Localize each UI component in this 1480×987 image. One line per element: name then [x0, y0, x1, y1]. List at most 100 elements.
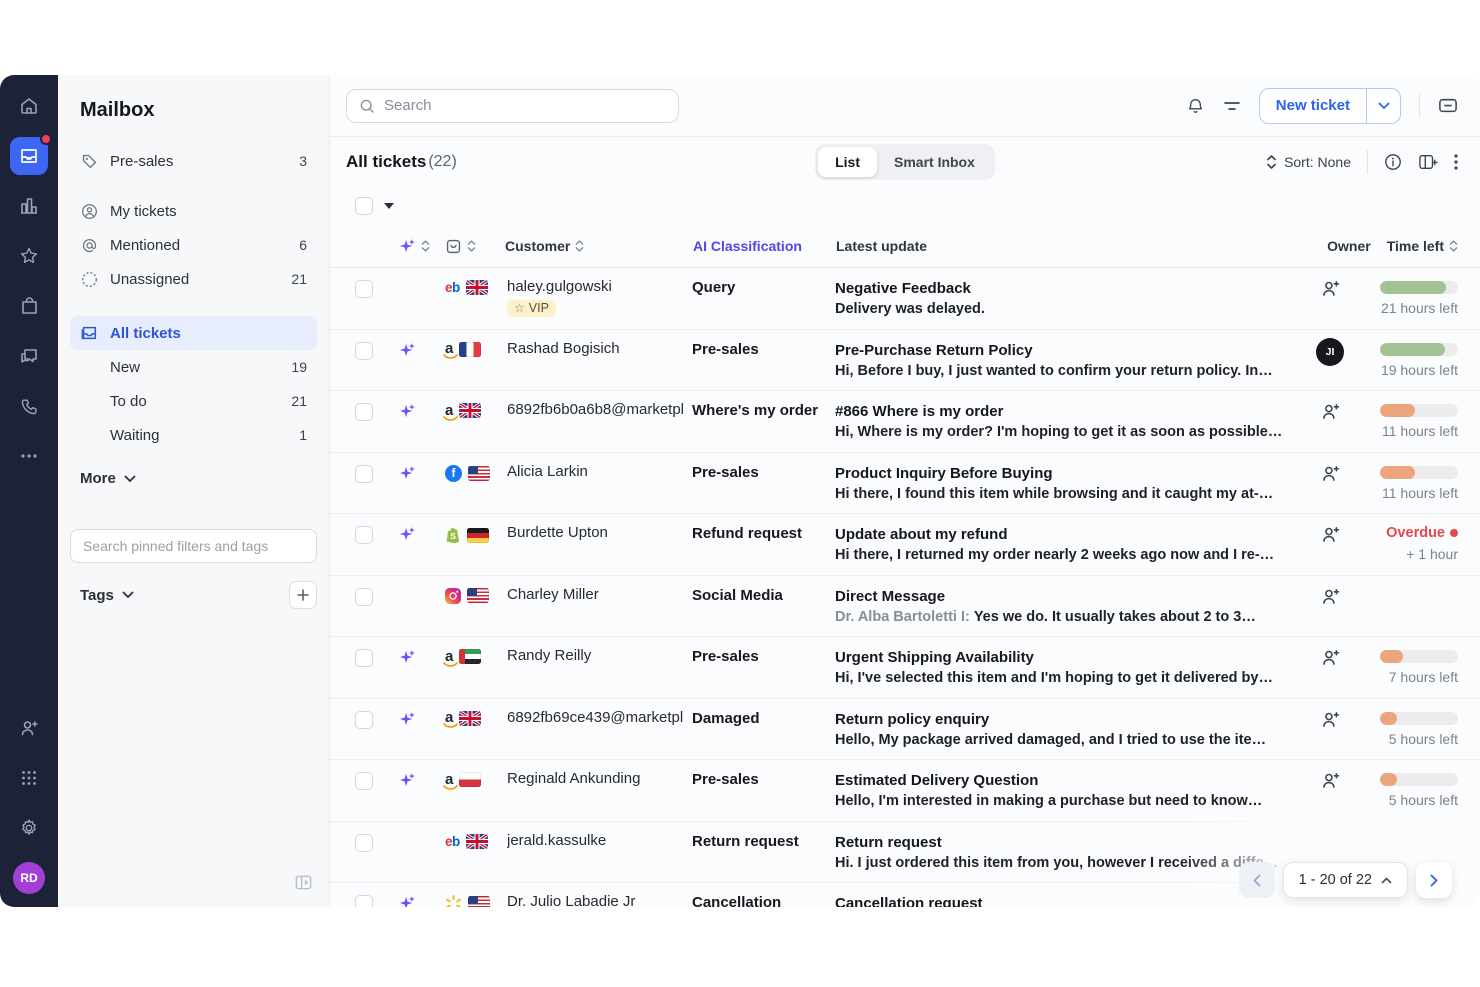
customer-name: Alicia Larkin [507, 463, 692, 480]
collapse-sidebar-icon[interactable] [294, 873, 313, 897]
chats-icon[interactable] [0, 331, 58, 381]
info-icon[interactable] [1384, 153, 1402, 171]
phone-icon[interactable] [0, 381, 58, 431]
columns-icon[interactable] [1418, 153, 1438, 171]
ai-classification-column[interactable]: AI Classification [693, 238, 836, 254]
table-row[interactable]: a 6892fb6b0a6b8@marketpl Where's my orde… [330, 391, 1480, 453]
row-checkbox[interactable] [355, 403, 373, 421]
overdue-amount: + 1 hour [1358, 546, 1458, 562]
app-rail: RD [0, 75, 58, 907]
sidebar-item-unassigned[interactable]: Unassigned 21 [70, 262, 317, 296]
table-row[interactable]: Charley Miller Social Media Direct Messa… [330, 576, 1480, 638]
add-tag-button[interactable] [289, 581, 317, 609]
country-flag-icon [468, 466, 490, 481]
tab-list[interactable]: List [818, 147, 877, 177]
mailbox-nav-active[interactable] [0, 131, 58, 181]
orders-bag-icon[interactable] [0, 281, 58, 331]
assign-owner-icon[interactable] [1302, 770, 1358, 791]
table-row[interactable]: a Randy Reilly Pre-sales Urgent Shipping… [330, 637, 1480, 699]
new-ticket-button[interactable]: New ticket [1259, 88, 1401, 124]
user-avatar[interactable]: RD [0, 853, 58, 903]
assign-owner-icon[interactable] [1302, 401, 1358, 422]
ai-classification: Query [692, 278, 835, 296]
time-left-column[interactable]: Time left [1387, 238, 1458, 254]
bell-icon[interactable] [1186, 96, 1205, 116]
settings-gear-icon[interactable] [0, 803, 58, 853]
table-row[interactable]: a Rashad Bogisich Pre-sales Pre-Purchase… [330, 330, 1480, 392]
row-checkbox[interactable] [355, 526, 373, 544]
sort-control[interactable]: Sort: None [1266, 154, 1351, 170]
owner-cell[interactable]: JI [1302, 340, 1358, 366]
chevron-down-icon[interactable] [122, 591, 134, 599]
sort-carets-icon [575, 239, 584, 253]
sidebar-item-new[interactable]: New 19 [70, 350, 317, 384]
ticket-count: (22) [428, 153, 456, 171]
new-ticket-label[interactable]: New ticket [1260, 89, 1366, 123]
row-checkbox[interactable] [355, 649, 373, 667]
caret-down-icon[interactable] [384, 203, 394, 209]
row-checkbox[interactable] [355, 834, 373, 852]
owner-avatar[interactable]: JI [1316, 338, 1344, 366]
reports-icon[interactable] [0, 181, 58, 231]
assign-owner-icon[interactable] [1302, 524, 1358, 545]
channel-inbox-icon [445, 238, 462, 255]
tab-smart-inbox[interactable]: Smart Inbox [877, 147, 992, 177]
filter-icon[interactable] [1223, 99, 1241, 113]
ai-sparkle-column[interactable] [399, 238, 430, 255]
assign-owner-icon[interactable] [1302, 463, 1358, 484]
assign-owner-icon[interactable] [1302, 278, 1358, 299]
favorites-star-icon[interactable] [0, 231, 58, 281]
customer-name: Rashad Bogisich [507, 340, 692, 357]
chevron-left-icon [1253, 874, 1261, 887]
row-checkbox[interactable] [355, 895, 373, 907]
row-checkbox[interactable] [355, 711, 373, 729]
prev-page-button[interactable] [1239, 862, 1275, 898]
assign-owner-icon[interactable] [1302, 586, 1358, 607]
row-checkbox[interactable] [355, 465, 373, 483]
mailbox-icon[interactable] [10, 137, 48, 175]
row-checkbox[interactable] [355, 588, 373, 606]
home-icon[interactable] [0, 81, 58, 131]
page-range-button[interactable]: 1 - 20 of 22 [1283, 862, 1408, 898]
row-checkbox[interactable] [355, 280, 373, 298]
table-row[interactable]: a 6892fb69ce439@marketpl Damaged Return … [330, 699, 1480, 761]
next-page-button[interactable] [1416, 862, 1452, 898]
view-switcher: List Smart Inbox [815, 144, 995, 180]
row-checkbox[interactable] [355, 772, 373, 790]
more-rail-icon[interactable] [0, 431, 58, 481]
sla-progress-bar [1380, 404, 1458, 417]
table-row[interactable]: S Burdette Upton Refund request Update a… [330, 514, 1480, 576]
pinned-filters-search-input[interactable] [70, 529, 317, 563]
assign-owner-icon[interactable] [1302, 709, 1358, 730]
sidebar-item-my-tickets[interactable]: My tickets [70, 194, 317, 228]
apps-grid-icon[interactable] [0, 753, 58, 803]
sidebar-item-label: To do [110, 393, 147, 410]
table-row[interactable]: eb haley.gulgowski ☆VIP Query Negative F… [330, 268, 1480, 330]
select-all-checkbox[interactable] [355, 197, 373, 215]
ai-classification: Refund request [692, 524, 835, 542]
search-input-wrap[interactable] [346, 89, 679, 123]
sla-progress-bar [1380, 650, 1458, 663]
sidebar-item-pre-sales[interactable]: Pre-sales 3 [70, 144, 317, 178]
messenger-icon[interactable] [1438, 97, 1458, 115]
assign-owner-icon[interactable] [1302, 832, 1358, 853]
table-row[interactable]: a Reginald Ankunding Pre-sales Estimated… [330, 760, 1480, 822]
sidebar-item-waiting[interactable]: Waiting 1 [70, 418, 317, 452]
tickets-main: New ticket All tickets (22) List Smart I… [330, 75, 1480, 907]
search-input[interactable] [384, 97, 666, 114]
assign-owner-icon[interactable] [1302, 647, 1358, 668]
sidebar-more-toggle[interactable]: More [80, 470, 317, 487]
sidebar-item-to-do[interactable]: To do 21 [70, 384, 317, 418]
new-ticket-dropdown[interactable] [1366, 89, 1400, 123]
channel-column[interactable] [445, 238, 476, 255]
sort-carets-icon [421, 239, 430, 253]
customer-column[interactable]: Customer [505, 238, 693, 254]
kebab-menu-icon[interactable] [1454, 154, 1458, 170]
sidebar-item-mentioned[interactable]: Mentioned 6 [70, 228, 317, 262]
sidebar-item-all-tickets[interactable]: All tickets [70, 316, 317, 350]
add-user-icon[interactable] [0, 703, 58, 753]
row-checkbox[interactable] [355, 342, 373, 360]
table-row[interactable]: f Alicia Larkin Pre-sales Product Inquir… [330, 453, 1480, 515]
time-left-cell [1358, 832, 1458, 848]
sidebar-item-count: 21 [291, 393, 307, 409]
